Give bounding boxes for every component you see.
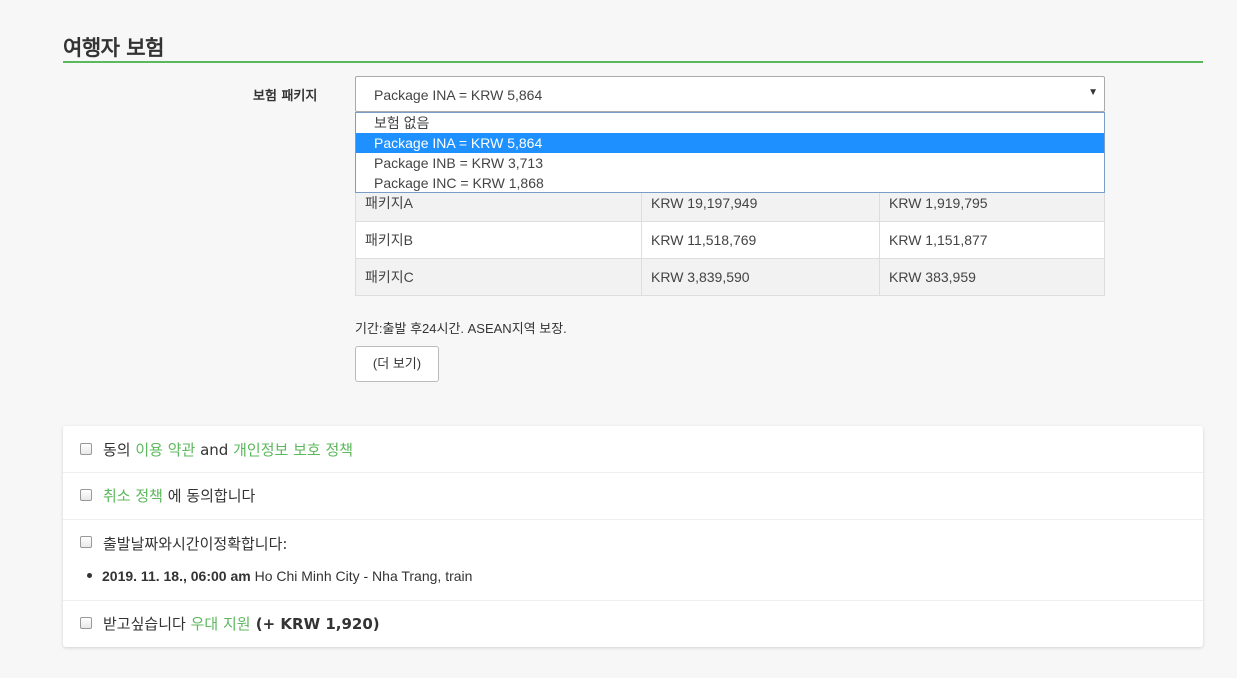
terms-checkbox[interactable] <box>80 443 92 455</box>
trip-detail-item: 2019. 11. 18., 06:00 am Ho Chi Minh City… <box>87 568 472 584</box>
agreement-row-terms: 동의 이용 약관 and 개인정보 보호 정책 <box>63 426 1203 473</box>
insurance-package-label: 보험 패키지 <box>253 89 318 104</box>
option-package-inb[interactable]: Package INB = KRW 3,713 <box>356 153 1104 173</box>
datetime-checkbox[interactable] <box>80 536 92 548</box>
caret-down-icon: ▼ <box>1088 87 1098 98</box>
option-package-ina[interactable]: Package INA = KRW 5,864 <box>356 133 1104 153</box>
terms-prefix: 동의 <box>103 441 136 459</box>
promo-checkbox[interactable] <box>80 617 92 629</box>
insurance-package-dropdown: 보험 없음 Package INA = KRW 5,864 Package IN… <box>355 112 1105 193</box>
more-button[interactable]: (더 보기) <box>355 346 439 382</box>
promo-price: (+ KRW 1,920) <box>250 615 380 633</box>
table-row: 패키지B KRW 11,518,769 KRW 1,151,877 <box>355 221 1105 259</box>
option-no-insurance[interactable]: 보험 없음 <box>356 113 1104 133</box>
select-value: Package INA = KRW 5,864 <box>374 87 543 103</box>
terms-text: 동의 이용 약관 and 개인정보 보호 정책 <box>103 439 353 460</box>
option-package-inc[interactable]: Package INC = KRW 1,868 <box>356 173 1104 193</box>
terms-link[interactable]: 이용 약관 <box>135 441 195 459</box>
insurance-package-select[interactable]: Package INA = KRW 5,864 ▼ <box>355 76 1105 112</box>
promo-prefix: 받고싶습니다 <box>103 615 191 633</box>
agreement-row-promo: 받고싶습니다 우대 지원 (+ KRW 1,920) <box>63 601 1203 647</box>
title-divider <box>63 61 1203 63</box>
package-amount: KRW 383,959 <box>879 258 1105 296</box>
package-name: 패키지B <box>355 221 642 259</box>
trip-route: Ho Chi Minh City - Nha Trang, train <box>250 568 473 584</box>
promo-link[interactable]: 우대 지원 <box>191 615 251 633</box>
promo-text: 받고싶습니다 우대 지원 (+ KRW 1,920) <box>103 613 380 634</box>
terms-and: and <box>195 441 234 459</box>
cancel-text: 취소 정책 에 동의합니다 <box>103 485 255 506</box>
package-coverage: KRW 11,518,769 <box>641 221 880 259</box>
package-coverage: KRW 3,839,590 <box>641 258 880 296</box>
privacy-link[interactable]: 개인정보 보호 정책 <box>233 441 353 459</box>
agreement-row-datetime: 출발날짜와시간이정확합니다: 2019. 11. 18., 06:00 am H… <box>63 520 1203 601</box>
package-name: 패키지C <box>355 258 642 296</box>
agreement-row-cancel: 취소 정책 에 동의합니다 <box>63 473 1203 520</box>
table-row: 패키지C KRW 3,839,590 KRW 383,959 <box>355 258 1105 296</box>
coverage-description: 기간:출발 후24시간. ASEAN지역 보장. <box>355 321 567 336</box>
agreements-panel: 동의 이용 약관 and 개인정보 보호 정책 취소 정책 에 동의합니다 출발… <box>63 426 1203 647</box>
cancel-policy-link[interactable]: 취소 정책 <box>103 487 163 505</box>
cancel-suffix: 에 동의합니다 <box>162 487 256 505</box>
datetime-text: 출발날짜와시간이정확합니다: <box>103 535 288 553</box>
bullet-icon <box>87 572 92 578</box>
package-amount: KRW 1,151,877 <box>879 221 1105 259</box>
cancel-policy-checkbox[interactable] <box>80 489 92 501</box>
section-title: 여행자 보험 <box>63 36 164 60</box>
package-table: 패키지A KRW 19,197,949 KRW 1,919,795 패키지B K… <box>355 184 1105 296</box>
trip-datetime: 2019. 11. 18., 06:00 am <box>102 568 251 584</box>
